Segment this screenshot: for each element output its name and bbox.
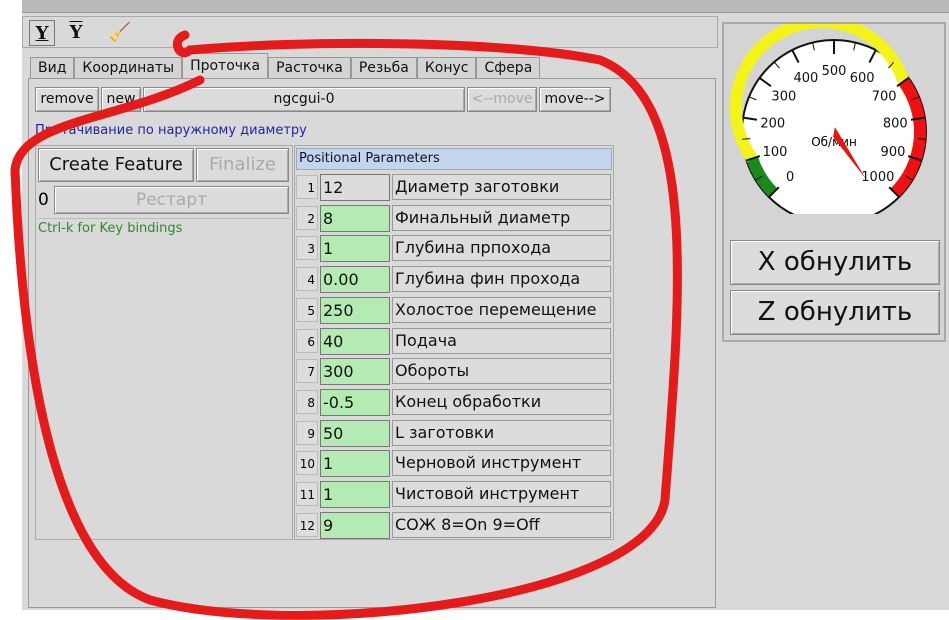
param-row: 5 250 Холостое перемещение [296, 296, 614, 324]
param-number: 5 [296, 297, 318, 322]
param-row: 6 40 Подача [296, 327, 614, 355]
param-number: 1 [296, 175, 318, 199]
toolbar: Y Y 🧹 [22, 16, 718, 48]
gauge-tick-label: 1000 [861, 170, 894, 185]
param-number: 12 [296, 512, 318, 537]
move-left-button[interactable]: <--move [467, 87, 537, 112]
gauge-tick-label: 200 [760, 116, 785, 131]
param-number: 10 [296, 451, 318, 476]
param-label: Глубина фин прохода [392, 266, 611, 293]
param-number: 6 [296, 328, 318, 353]
gauge-tick-label: 300 [771, 90, 796, 105]
tab-2[interactable]: Проточка [182, 53, 269, 79]
tab-1[interactable]: Координаты [74, 57, 183, 79]
param-number: 9 [296, 420, 318, 445]
param-row: 12 9 СОЖ 8=On 9=Off [296, 511, 614, 539]
param-label: L заготовки [392, 419, 611, 446]
param-value-input[interactable]: 300 [320, 358, 390, 386]
param-value-input[interactable]: -0.5 [320, 388, 390, 416]
param-number: 4 [296, 267, 318, 292]
tab-0[interactable]: Вид [30, 57, 75, 79]
tab-5[interactable]: Конус [416, 57, 477, 79]
param-value-input[interactable]: 50 [320, 419, 390, 447]
param-row: 9 50 L заготовки [296, 419, 614, 447]
app-window: Y Y 🧹 Вид Координаты Проточка Расточка Резьб… [22, 0, 949, 610]
gauge-tick-label: 500 [822, 64, 847, 79]
ngcgui-panel: remove new ngcgui-0 <--move move--> Прот… [28, 78, 716, 608]
z-zero-button[interactable]: Z обнулить [730, 290, 940, 335]
remove-button[interactable]: remove [35, 87, 99, 112]
title-bar [22, 0, 949, 13]
param-value-input[interactable]: 8 [320, 204, 390, 232]
param-label: Финальный диаметр [392, 204, 611, 231]
gauge-tick-label: 600 [850, 71, 875, 86]
tab-bar: Вид Координаты Проточка Расточка Резьба Конус… [30, 53, 541, 79]
param-value-input[interactable]: 1 [320, 235, 390, 263]
broom-icon[interactable]: 🧹 [107, 20, 133, 46]
positional-parameters: Positional Parameters 1 12 Диаметр заготов… [294, 145, 614, 540]
param-label: Глубина прпохода [392, 235, 611, 262]
y-zero-icon[interactable]: Y [29, 20, 55, 46]
gauge-tick [742, 138, 751, 140]
restart-button[interactable]: Рестарт [54, 186, 289, 214]
actions-box: Create Feature Finalize 0 Рестарт Ctrl-k… [35, 145, 293, 540]
params-header: Positional Parameters [296, 148, 612, 170]
gauge-tick-label: 700 [872, 90, 897, 105]
param-label: Конец обработки [392, 388, 611, 415]
create-feature-button[interactable]: Create Feature [38, 148, 194, 182]
param-value-input[interactable]: 0.00 [320, 266, 390, 294]
x-zero-button[interactable]: X обнулить [730, 240, 940, 285]
param-label: Черновой инструмент [392, 450, 611, 477]
param-row: 7 300 Обороты [296, 357, 614, 386]
param-label: Подача [392, 327, 611, 354]
param-label: Чистовой инструмент [392, 481, 611, 507]
y-top-icon[interactable]: Y [63, 20, 89, 46]
param-value-input[interactable]: 40 [320, 327, 390, 355]
ngcgui-name: ngcgui-0 [143, 87, 465, 112]
spindle-panel: 0 100 200 300 400 500 600 700 800 900 1000 Об/мин X… [722, 16, 946, 342]
tab-6[interactable]: Сфера [476, 57, 541, 79]
gauge-tick-label: 900 [881, 145, 906, 160]
feature-counter: 0 [38, 190, 49, 210]
finalize-button[interactable]: Finalize [196, 148, 289, 182]
param-row: 1 12 Диаметр заготовки [296, 173, 614, 201]
gauge-tick-label: 100 [763, 145, 788, 160]
param-number: 7 [296, 359, 318, 384]
param-row: 4 0.00 Глубина фин прохода [296, 265, 614, 294]
param-number: 2 [296, 205, 318, 230]
gauge-tick-label: 0 [786, 170, 794, 185]
param-number: 3 [296, 236, 318, 261]
param-row: 3 1 Глубина прпохода [296, 234, 614, 263]
spindle-gauge: 0100200300400 500 6007008009001000Об/мин [729, 16, 927, 225]
param-value-input[interactable]: 1 [320, 481, 390, 508]
param-row: 8 -0.5 Конец обработки [296, 388, 614, 416]
param-value-input[interactable]: 1 [320, 450, 390, 478]
param-number: 8 [296, 389, 318, 414]
param-label: Холостое перемещение [392, 296, 611, 323]
param-row: 10 1 Черновой инструмент [296, 449, 614, 478]
param-label: СОЖ 8=On 9=Off [392, 511, 611, 538]
gauge-tick-label: 800 [883, 116, 908, 131]
param-value-input[interactable]: 12 [320, 174, 390, 201]
tab-3[interactable]: Расточка [268, 57, 351, 79]
new-button[interactable]: new [101, 87, 141, 112]
tab-4[interactable]: Резьба [350, 57, 417, 79]
param-value-input[interactable]: 9 [320, 511, 390, 539]
move-right-button[interactable]: move--> [539, 87, 611, 112]
param-row: 11 1 Чистовой инструмент [296, 480, 614, 508]
param-label: Диаметр заготовки [392, 174, 611, 200]
param-number: 11 [296, 482, 318, 506]
gauge-tick-label: 400 [793, 71, 818, 86]
param-value-input[interactable]: 250 [320, 296, 390, 324]
param-row: 2 8 Финальный диаметр [296, 204, 614, 232]
param-label: Обороты [392, 358, 611, 385]
key-bindings-hint: Ctrl-k for Key bindings [38, 218, 290, 236]
gauge-tick [917, 138, 926, 140]
subroutine-description: Протачивание по наружному диаметру [35, 123, 307, 138]
